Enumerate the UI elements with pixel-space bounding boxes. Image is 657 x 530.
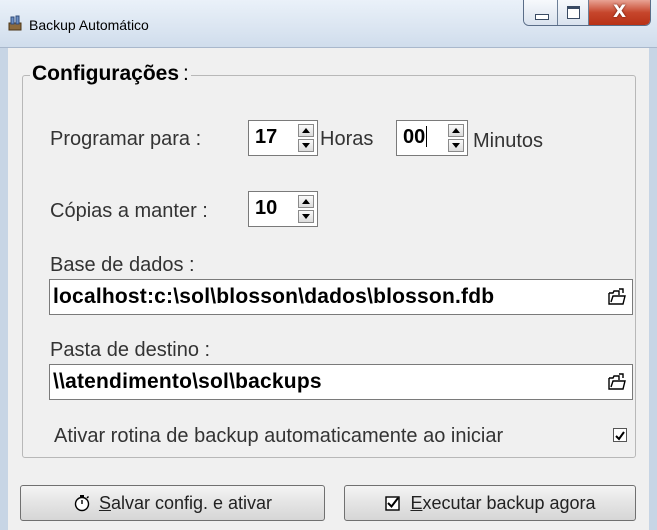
autostart-checkbox[interactable] <box>613 428 627 442</box>
window-controls: X <box>523 0 651 26</box>
groupbox-title-colon: : <box>183 62 189 85</box>
destination-label: Pasta de destino : <box>50 339 211 361</box>
groupbox-legend: Configurações: <box>30 62 191 86</box>
save-button-label: Salvar config. e ativar <box>99 493 272 514</box>
checkbox-icon <box>385 496 401 511</box>
close-button[interactable]: X <box>589 0 650 25</box>
copies-up-arrow-icon[interactable] <box>298 195 314 208</box>
schedule-label: Programar para : <box>50 128 202 150</box>
groupbox-title: Configurações <box>32 62 180 85</box>
save-button-label-rest: alvar config. e ativar <box>110 492 273 513</box>
window-title: Backup Automático <box>29 17 149 33</box>
minutes-text: 00 <box>403 126 426 148</box>
minutes-stepper[interactable]: 00 <box>396 120 468 156</box>
hours-label: Horas <box>320 128 374 150</box>
destination-path-value: \\atendimento\sol\backups <box>53 370 322 393</box>
maximize-icon <box>567 6 580 19</box>
run-button-label: Executar backup agora <box>410 493 595 514</box>
minutes-label: Minutos <box>473 130 544 152</box>
app-icon <box>8 15 22 31</box>
hours-stepper[interactable]: 17 <box>248 120 318 156</box>
save-and-activate-button[interactable]: Salvar config. e ativar <box>20 485 325 521</box>
minimize-icon <box>535 14 549 20</box>
save-button-hotkey: S <box>98 492 111 513</box>
hours-stepper-arrows <box>298 124 314 152</box>
copies-stepper[interactable]: 10 <box>248 191 318 227</box>
window-frame-right <box>649 48 657 530</box>
database-path-value: localhost:c:\sol\blosson\dados\blosson.f… <box>53 285 495 308</box>
maximize-button[interactable] <box>558 0 589 25</box>
text-caret <box>426 126 428 147</box>
minutes-value: 00 <box>403 126 428 149</box>
copies-stepper-arrows <box>298 195 314 223</box>
window-frame-left <box>0 48 8 530</box>
close-icon: X <box>612 2 627 22</box>
database-label: Base de dados : <box>50 254 195 276</box>
hours-up-arrow-icon[interactable] <box>298 124 314 137</box>
open-folder-icon[interactable] <box>607 287 627 307</box>
minimize-button[interactable] <box>524 0 558 25</box>
copies-down-arrow-icon[interactable] <box>298 210 314 223</box>
minutes-down-arrow-icon[interactable] <box>448 139 464 152</box>
minutes-stepper-arrows <box>448 124 464 152</box>
minutes-up-arrow-icon[interactable] <box>448 124 464 137</box>
database-path-field[interactable]: localhost:c:\sol\blosson\dados\blosson.f… <box>49 279 633 315</box>
copies-value: 10 <box>255 197 278 219</box>
copies-label: Cópias a manter : <box>50 200 208 222</box>
hours-down-arrow-icon[interactable] <box>298 139 314 152</box>
checkmark-icon <box>615 431 625 441</box>
destination-path-field[interactable]: \\atendimento\sol\backups <box>49 364 633 400</box>
open-folder-icon[interactable] <box>607 372 627 392</box>
run-button-hotkey: E <box>410 492 423 513</box>
run-backup-now-button[interactable]: Executar backup agora <box>344 485 636 521</box>
autostart-label: Ativar rotina de backup automaticamente … <box>54 425 504 447</box>
run-button-label-rest: xecutar backup agora <box>422 492 596 513</box>
stopwatch-icon <box>74 495 90 512</box>
hours-value: 17 <box>255 126 278 148</box>
